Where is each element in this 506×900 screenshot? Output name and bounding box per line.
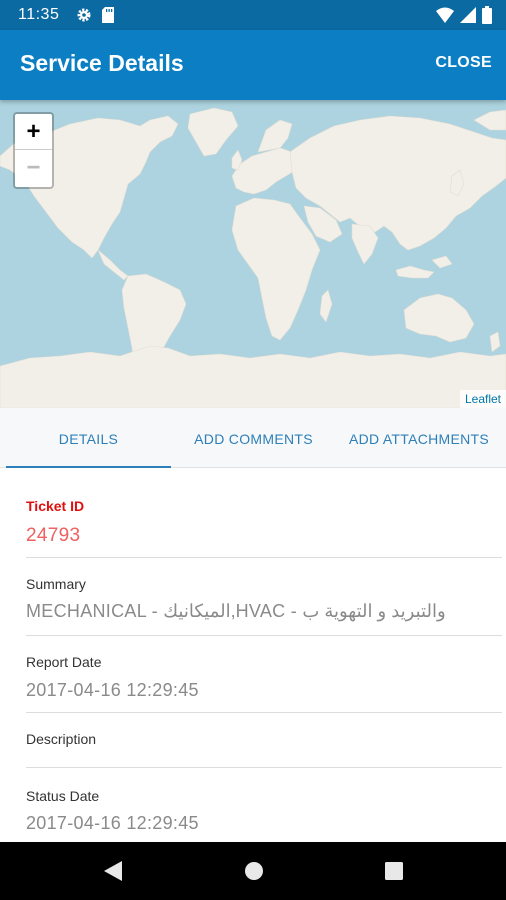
summary-label: Summary [26, 576, 86, 592]
recents-icon[interactable] [383, 859, 405, 883]
report-date-value: 2017-04-16 12:29:45 [26, 680, 199, 700]
description-label: Description [26, 731, 97, 747]
page-title: Service Details [20, 50, 184, 76]
signal-icon [460, 7, 476, 23]
zoom-control: + − [13, 112, 54, 189]
report-date-label: Report Date [26, 654, 102, 670]
status-date-field: Status Date 2017-04-16 12:29:45 [26, 768, 502, 842]
back-icon[interactable] [102, 859, 124, 883]
tab-bar: DETAILS ADD COMMENTS ADD ATTACHMENTS [0, 408, 506, 468]
app-bar: Service Details CLOSE [0, 30, 506, 100]
ticket-id-label: Ticket ID [26, 498, 85, 514]
tab-details[interactable]: DETAILS [6, 408, 171, 468]
gear-icon [77, 8, 91, 22]
summary-value: MECHANICAL - الميكانيك,HVAC - والتبريد و… [26, 601, 446, 621]
wifi-icon [436, 7, 454, 23]
report-date-field: Report Date 2017-04-16 12:29:45 [26, 636, 502, 713]
zoom-in-button[interactable]: + [15, 114, 52, 150]
sd-card-icon [102, 7, 114, 23]
ticket-id-value: 24793 [26, 525, 81, 546]
tab-add-attachments[interactable]: ADD ATTACHMENTS [336, 408, 502, 468]
ticket-id-field: Ticket ID 24793 [26, 476, 502, 558]
details-panel[interactable]: Ticket ID 24793 Summary MECHANICAL - الم… [0, 476, 506, 842]
home-icon[interactable] [243, 859, 265, 883]
close-button[interactable]: CLOSE [435, 54, 492, 72]
status-time: 11:35 [18, 6, 60, 23]
active-tab-indicator [6, 466, 171, 468]
tab-add-comments[interactable]: ADD COMMENTS [171, 408, 336, 468]
summary-field: Summary MECHANICAL - الميكانيك,HVAC - وا… [26, 558, 502, 636]
map-attribution-link[interactable]: Leaflet [459, 390, 506, 408]
map-view[interactable]: + − Leaflet [0, 100, 506, 408]
status-icons-right [436, 6, 492, 24]
world-map[interactable] [0, 100, 506, 408]
status-bar: 11:35 [0, 0, 506, 30]
status-icons-left [76, 7, 114, 23]
zoom-out-button[interactable]: − [15, 150, 52, 186]
description-field: Description [26, 713, 502, 768]
system-nav-bar [0, 842, 506, 900]
status-date-label: Status Date [26, 788, 100, 804]
status-date-value: 2017-04-16 12:29:45 [26, 813, 199, 833]
battery-icon [482, 6, 492, 24]
